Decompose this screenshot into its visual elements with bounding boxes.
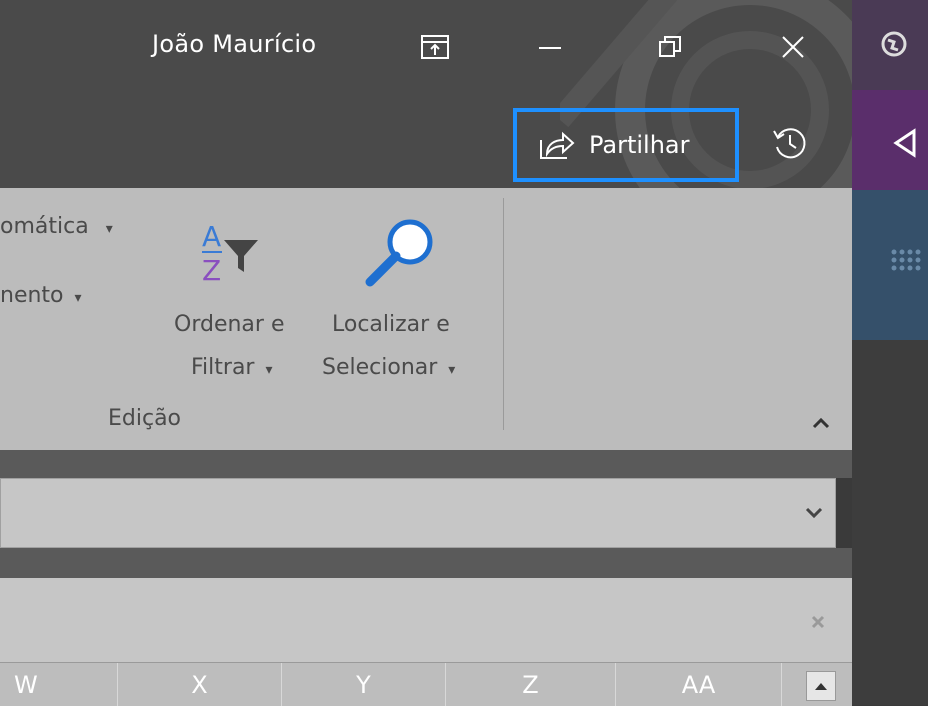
history-button[interactable] bbox=[765, 118, 815, 168]
adjacent-window-header bbox=[852, 90, 928, 190]
autosum-button[interactable]: omática ▾ bbox=[0, 214, 113, 239]
find-select-label-line2: Selecionar bbox=[322, 355, 438, 380]
adjacent-window-top bbox=[852, 0, 928, 90]
scroll-up-button[interactable] bbox=[806, 671, 836, 701]
sort-filter-label-line1: Ordenar e bbox=[174, 312, 285, 337]
fill-label: nento bbox=[0, 283, 64, 308]
triangle-up-icon bbox=[815, 683, 827, 690]
chevron-down-icon: ▾ bbox=[105, 221, 113, 237]
svg-text:Z: Z bbox=[202, 254, 221, 287]
column-header[interactable]: W bbox=[0, 663, 118, 706]
share-icon bbox=[540, 131, 575, 159]
close-icon bbox=[782, 36, 804, 58]
minimize-button[interactable] bbox=[525, 22, 575, 72]
find-select-button[interactable]: Localizar e Selecionar ▾ bbox=[318, 212, 490, 412]
fill-button[interactable]: nento ▾ bbox=[0, 283, 82, 308]
svg-text:A: A bbox=[202, 220, 221, 253]
column-header[interactable]: Y bbox=[282, 663, 446, 706]
history-icon bbox=[773, 128, 806, 159]
grid-dots-icon bbox=[891, 249, 921, 271]
share-label: Partilhar bbox=[589, 131, 690, 159]
minimize-icon bbox=[539, 47, 561, 49]
autosum-label: omática bbox=[0, 214, 89, 239]
divider bbox=[0, 450, 852, 478]
close-icon[interactable] bbox=[810, 614, 826, 630]
name-box-dropdown[interactable] bbox=[0, 478, 836, 548]
column-headers: W X Y Z AA bbox=[0, 662, 852, 706]
chevron-down-icon bbox=[805, 507, 823, 519]
sort-filter-icon: A Z bbox=[202, 220, 258, 287]
search-icon bbox=[365, 219, 433, 287]
chevron-up-icon bbox=[812, 417, 830, 429]
user-name[interactable]: João Maurício bbox=[152, 30, 316, 58]
adjacent-window-panel bbox=[852, 190, 928, 340]
restore-icon bbox=[659, 36, 681, 57]
chevron-down-icon: ▾ bbox=[448, 362, 456, 378]
sort-filter-button[interactable]: A Z Ordenar e Filtrar ▾ bbox=[168, 212, 318, 412]
collapse-ribbon-button[interactable] bbox=[806, 408, 836, 438]
column-header[interactable]: X bbox=[118, 663, 282, 706]
sort-filter-label-line2: Filtrar bbox=[191, 355, 255, 380]
ribbon-separator bbox=[503, 198, 504, 430]
back-triangle-icon[interactable] bbox=[892, 128, 920, 158]
restore-button[interactable] bbox=[645, 22, 695, 72]
share-button[interactable]: Partilhar bbox=[513, 108, 739, 182]
close-button[interactable] bbox=[768, 22, 818, 72]
chevron-down-icon: ▾ bbox=[265, 362, 273, 378]
divider bbox=[0, 548, 852, 578]
globe-icon[interactable] bbox=[880, 30, 908, 58]
ribbon-display-options-button[interactable] bbox=[410, 22, 460, 72]
adjacent-window-body bbox=[852, 340, 928, 705]
chevron-down-icon: ▾ bbox=[74, 290, 82, 306]
formula-bar[interactable] bbox=[0, 578, 852, 662]
column-header[interactable]: Z bbox=[446, 663, 616, 706]
find-select-label-line1: Localizar e bbox=[332, 312, 450, 337]
group-label: Edição bbox=[108, 406, 182, 431]
ribbon-display-icon bbox=[421, 35, 449, 59]
column-header[interactable]: AA bbox=[616, 663, 782, 706]
